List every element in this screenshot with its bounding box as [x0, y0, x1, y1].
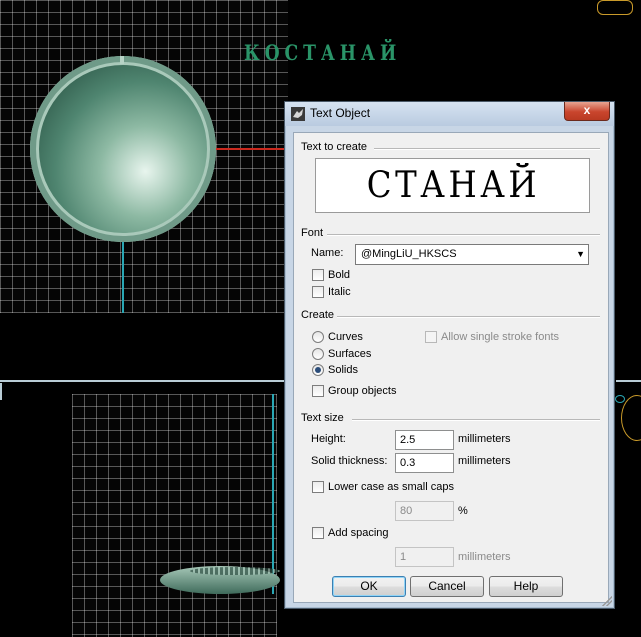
divider — [327, 234, 600, 236]
surfaces-radio[interactable] — [312, 348, 324, 360]
help-button[interactable]: Help — [489, 576, 563, 597]
italic-checkbox[interactable] — [312, 286, 324, 298]
coin-rim-detail — [190, 567, 280, 575]
coin-model-top-view[interactable] — [30, 56, 216, 242]
divider — [337, 316, 600, 318]
single-stroke-label: Allow single stroke fonts — [441, 331, 559, 343]
thickness-label: Solid thickness: — [311, 455, 388, 467]
small-caps-checkbox[interactable] — [312, 481, 324, 493]
small-caps-percent-input[interactable]: 80 — [395, 501, 454, 521]
surfaces-label[interactable]: Surfaces — [328, 348, 371, 360]
height-input[interactable]: 2.5 — [395, 430, 454, 450]
bold-label[interactable]: Bold — [328, 269, 350, 281]
ok-button[interactable]: OK — [332, 576, 406, 597]
spacing-input[interactable]: 1 — [395, 547, 454, 567]
percent-unit: % — [458, 505, 468, 517]
curves-radio[interactable] — [312, 331, 324, 343]
solids-label[interactable]: Solids — [328, 364, 358, 376]
cyrillic-3d-text[interactable]: КОСТАНАЙ — [244, 40, 401, 65]
close-button[interactable]: x — [564, 102, 610, 121]
thickness-unit: millimeters — [458, 455, 511, 467]
text-input-area[interactable]: СТАНАЙ — [315, 158, 590, 213]
divider — [374, 148, 600, 150]
coin-notch — [120, 56, 124, 64]
italic-label[interactable]: Italic — [328, 286, 351, 298]
dialog-title: Text Object — [310, 106, 371, 120]
add-spacing-label[interactable]: Add spacing — [328, 527, 389, 539]
bold-checkbox[interactable] — [312, 269, 324, 281]
small-caps-label[interactable]: Lower case as small caps — [328, 481, 454, 493]
divider — [352, 419, 600, 421]
font-name-select[interactable]: @MingLiU_HKSCS ▼ — [355, 244, 589, 265]
font-section-label: Font — [301, 227, 324, 239]
create-section-label: Create — [301, 309, 335, 321]
viewport-separator-left — [0, 383, 2, 400]
height-label: Height: — [311, 433, 346, 445]
spacing-unit: millimeters — [458, 551, 511, 563]
corner-object-marker — [597, 0, 633, 15]
font-name-label: Name: — [311, 247, 344, 259]
group-objects-checkbox[interactable] — [312, 385, 324, 397]
viewport-separator-right — [616, 380, 641, 382]
rhino-app-icon — [291, 107, 305, 121]
x-axis-line — [214, 148, 286, 150]
right-edge-marker — [615, 395, 625, 403]
right-edge-object — [621, 395, 641, 441]
font-name-value: @MingLiU_HKSCS — [361, 248, 457, 260]
dialog-titlebar[interactable]: Text Object x — [285, 102, 614, 126]
cancel-button[interactable]: Cancel — [410, 576, 484, 597]
dialog-body: Text to create СТАНАЙ Font Name: @MingLi… — [293, 132, 609, 603]
y-axis-line-bottom — [272, 394, 274, 594]
text-object-dialog: Text Object x Text to create СТАНАЙ Font… — [284, 101, 615, 609]
y-axis-line — [122, 238, 124, 313]
add-spacing-checkbox[interactable] — [312, 527, 324, 539]
viewport-bottom[interactable] — [72, 394, 277, 637]
solids-radio[interactable] — [312, 364, 324, 376]
resize-grip-icon[interactable] — [602, 596, 612, 606]
thickness-input[interactable]: 0.3 — [395, 453, 454, 473]
group-objects-label[interactable]: Group objects — [328, 385, 396, 397]
preview-text: СТАНАЙ — [366, 165, 541, 206]
curves-label[interactable]: Curves — [328, 331, 363, 343]
text-size-section-label: Text size — [301, 412, 344, 424]
text-to-create-label: Text to create — [301, 141, 368, 153]
height-unit: millimeters — [458, 433, 511, 445]
chevron-down-icon: ▼ — [576, 249, 585, 259]
viewport-separator — [0, 380, 285, 382]
single-stroke-checkbox[interactable] — [425, 331, 437, 343]
